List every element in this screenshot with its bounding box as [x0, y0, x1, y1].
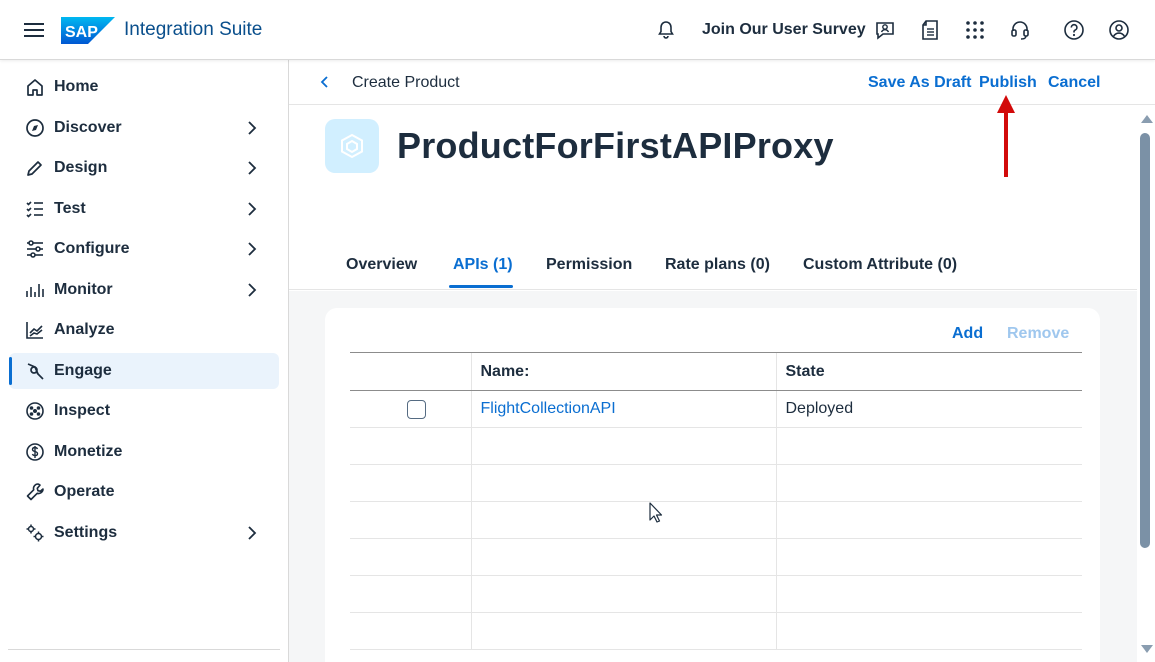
sidebar-item-label: Discover: [54, 119, 122, 136]
table-row: [350, 501, 1082, 539]
line-chart-icon: [25, 320, 45, 340]
pencil-icon: [25, 158, 45, 178]
menu-icon[interactable]: [22, 18, 46, 42]
table-row: [350, 612, 1082, 650]
table-row: [350, 538, 1082, 576]
vertical-scrollbar[interactable]: [1137, 105, 1155, 662]
scrollbar-thumb[interactable]: [1140, 133, 1150, 548]
sidebar-item-configure[interactable]: Configure: [9, 231, 279, 267]
dollar-icon: [25, 442, 45, 462]
product-cube-icon: [325, 119, 379, 173]
sidebar-item-label: Analyze: [54, 321, 115, 338]
product-switch-grid-icon[interactable]: [963, 18, 987, 42]
table-row: [350, 464, 1082, 502]
help-icon[interactable]: [1062, 18, 1086, 42]
chevron-right-icon: [248, 242, 257, 256]
notification-bell-icon[interactable]: [654, 18, 678, 42]
tab-apis[interactable]: APIs (1): [453, 256, 513, 274]
documentation-icon[interactable]: [918, 18, 942, 42]
column-header-name[interactable]: Name:: [470, 352, 776, 391]
inspect-icon: [25, 401, 45, 421]
table-row: [350, 427, 1082, 465]
wrench-icon: [25, 482, 45, 502]
join-survey-link[interactable]: Join Our User Survey: [702, 21, 866, 39]
table-row: [350, 575, 1082, 613]
tab-overview[interactable]: Overview: [346, 256, 417, 274]
svg-text:SAP: SAP: [65, 24, 98, 41]
sidebar-item-label: Design: [54, 159, 108, 176]
sidebar-item-home[interactable]: Home: [9, 69, 279, 105]
mouse-cursor-icon: [649, 502, 663, 523]
api-name-link[interactable]: FlightCollectionAPI: [481, 400, 616, 417]
sidebar-item-monetize[interactable]: Monetize: [9, 434, 279, 470]
engage-icon: [25, 361, 45, 381]
product-name: Integration Suite: [124, 19, 263, 40]
home-icon: [25, 77, 45, 97]
chevron-right-icon: [248, 121, 257, 135]
sidebar-item-label: Operate: [54, 483, 115, 500]
sidebar-item-engage[interactable]: Engage: [9, 353, 279, 389]
sliders-icon: [25, 239, 45, 259]
remove-button[interactable]: Remove: [1007, 325, 1069, 343]
add-button[interactable]: Add: [952, 325, 983, 343]
back-chevron-icon[interactable]: [317, 74, 333, 90]
checklist-icon: [25, 199, 45, 219]
support-headset-icon[interactable]: [1008, 18, 1032, 42]
column-header-select: [350, 352, 471, 391]
sidebar-item-settings[interactable]: Settings: [9, 515, 279, 551]
sidebar-item-analyze[interactable]: Analyze: [9, 312, 279, 348]
sidebar-item-label: Monetize: [54, 443, 123, 460]
table-header-row: Name: State: [350, 352, 1082, 391]
sidebar-item-design[interactable]: Design: [9, 150, 279, 186]
save-as-draft-button[interactable]: Save As Draft: [868, 74, 971, 92]
active-tab-indicator: [449, 285, 513, 288]
sidebar-item-label: Inspect: [54, 402, 111, 419]
sidebar-item-test[interactable]: Test: [9, 191, 279, 227]
sidebar-item-label: Engage: [54, 362, 112, 379]
annotation-arrow: [997, 95, 1015, 177]
api-state: Deployed: [775, 390, 1082, 428]
table-row[interactable]: FlightCollectionAPI Deployed: [350, 390, 1082, 428]
column-header-state[interactable]: State: [775, 352, 1082, 391]
sidebar-item-label: Configure: [54, 240, 130, 257]
sidebar-item-label: Test: [54, 200, 86, 217]
tab-rate-plans[interactable]: Rate plans (0): [665, 256, 770, 274]
scroll-up-arrow-icon[interactable]: [1141, 115, 1153, 123]
compass-icon: [25, 118, 45, 138]
page-header-bar: Create Product Save As Draft Publish Can…: [289, 60, 1155, 105]
side-navigation: Home Discover Design Test Configure Moni…: [0, 60, 289, 662]
feedback-icon[interactable]: [873, 18, 897, 42]
apis-table: Name: State FlightCollectionAPI Deployed: [350, 352, 1082, 650]
sidebar-item-inspect[interactable]: Inspect: [9, 393, 279, 429]
chevron-right-icon: [248, 161, 257, 175]
tab-permission[interactable]: Permission: [546, 256, 632, 274]
sap-logo[interactable]: SAP: [61, 17, 115, 44]
tab-custom-attribute[interactable]: Custom Attribute (0): [803, 256, 957, 274]
sidebar-item-label: Monitor: [54, 281, 113, 298]
sidebar-item-monitor[interactable]: Monitor: [9, 272, 279, 308]
page-breadcrumb: Create Product: [352, 74, 460, 91]
scroll-down-arrow-icon[interactable]: [1141, 645, 1153, 653]
chevron-right-icon: [248, 283, 257, 297]
sidebar-item-label: Home: [54, 78, 99, 95]
chevron-right-icon: [248, 202, 257, 216]
sidebar-divider: [8, 649, 280, 650]
bar-monitor-icon: [25, 280, 45, 300]
sidebar-item-discover[interactable]: Discover: [9, 110, 279, 146]
cancel-button[interactable]: Cancel: [1048, 74, 1100, 92]
sidebar-item-operate[interactable]: Operate: [9, 474, 279, 510]
row-select-checkbox[interactable]: [407, 399, 426, 419]
user-profile-icon[interactable]: [1107, 18, 1131, 42]
sidebar-item-label: Settings: [54, 524, 118, 541]
gears-icon: [25, 523, 45, 543]
chevron-right-icon: [248, 526, 257, 540]
product-title: ProductForFirstAPIProxy: [397, 125, 834, 166]
shell-bar: SAP Integration Suite Join Our User Surv…: [0, 0, 1155, 60]
tab-bar: Overview APIs (1) Permission Rate plans …: [289, 240, 1137, 290]
publish-button[interactable]: Publish: [979, 74, 1037, 92]
